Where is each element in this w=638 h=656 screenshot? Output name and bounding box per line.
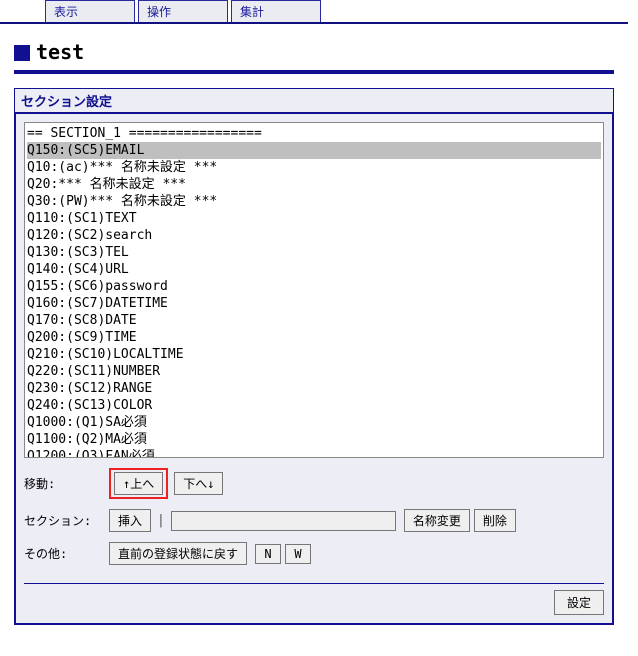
list-item[interactable]: Q10:(ac)*** 名称未設定 ***: [27, 159, 601, 176]
page-title-row: test: [0, 32, 628, 64]
section-row: セクション: 挿入 | 名称変更 削除: [24, 509, 604, 532]
revert-button[interactable]: 直前の登録状態に戻す: [109, 542, 247, 565]
tab-underline: [0, 22, 628, 24]
tab-aggregate[interactable]: 集計: [231, 0, 321, 22]
section-header: セクション設定: [14, 88, 614, 112]
footer-bar: 設定: [24, 583, 604, 615]
section-row-label: セクション:: [24, 512, 109, 529]
title-square-icon: [14, 45, 30, 61]
section-name-input[interactable]: [171, 511, 396, 531]
list-item[interactable]: Q140:(SC4)URL: [27, 261, 601, 278]
other-row: その他: 直前の登録状態に戻す N W: [24, 542, 604, 565]
list-item[interactable]: Q1100:(Q2)MA必須: [27, 431, 601, 448]
list-item[interactable]: Q130:(SC3)TEL: [27, 244, 601, 261]
list-item[interactable]: Q30:(PW)*** 名称未設定 ***: [27, 193, 601, 210]
list-item[interactable]: Q220:(SC11)NUMBER: [27, 363, 601, 380]
apply-button[interactable]: 設定: [554, 590, 604, 615]
list-item[interactable]: Q240:(SC13)COLOR: [27, 397, 601, 414]
list-item[interactable]: Q160:(SC7)DATETIME: [27, 295, 601, 312]
list-item[interactable]: Q210:(SC10)LOCALTIME: [27, 346, 601, 363]
move-down-button[interactable]: 下へ↓: [174, 472, 223, 495]
list-item[interactable]: Q20:*** 名称未設定 ***: [27, 176, 601, 193]
w-button[interactable]: W: [285, 544, 311, 564]
list-item[interactable]: Q170:(SC8)DATE: [27, 312, 601, 329]
insert-button[interactable]: 挿入: [109, 509, 151, 532]
tab-display[interactable]: 表示: [45, 0, 135, 22]
list-item[interactable]: == SECTION_1 =================: [27, 125, 601, 142]
n-button[interactable]: N: [255, 544, 281, 564]
up-highlight: ↑上へ: [109, 468, 168, 499]
top-tabs: 表示 操作 集計: [45, 0, 628, 22]
list-item[interactable]: Q155:(SC6)password: [27, 278, 601, 295]
title-underline: [14, 70, 614, 74]
list-item[interactable]: Q110:(SC1)TEXT: [27, 210, 601, 227]
delete-button[interactable]: 削除: [474, 509, 516, 532]
move-label: 移動:: [24, 475, 109, 492]
move-row: 移動: ↑上へ 下へ↓: [24, 468, 604, 499]
section-listbox[interactable]: == SECTION_1 =================Q150:(SC5)…: [24, 122, 604, 458]
list-item[interactable]: Q120:(SC2)search: [27, 227, 601, 244]
list-item[interactable]: Q230:(SC12)RANGE: [27, 380, 601, 397]
list-item[interactable]: Q1000:(Q1)SA必須: [27, 414, 601, 431]
list-item[interactable]: Q200:(SC9)TIME: [27, 329, 601, 346]
tab-operations[interactable]: 操作: [138, 0, 228, 22]
rename-button[interactable]: 名称変更: [404, 509, 470, 532]
pipe-separator: |: [157, 513, 165, 528]
other-label: その他:: [24, 545, 109, 562]
page-title: test: [36, 40, 84, 64]
list-item[interactable]: Q1200:(Q3)FAN必須: [27, 448, 601, 458]
section-body: == SECTION_1 =================Q150:(SC5)…: [14, 112, 614, 625]
list-item[interactable]: Q150:(SC5)EMAIL: [27, 142, 601, 159]
move-up-button[interactable]: ↑上へ: [114, 472, 163, 495]
